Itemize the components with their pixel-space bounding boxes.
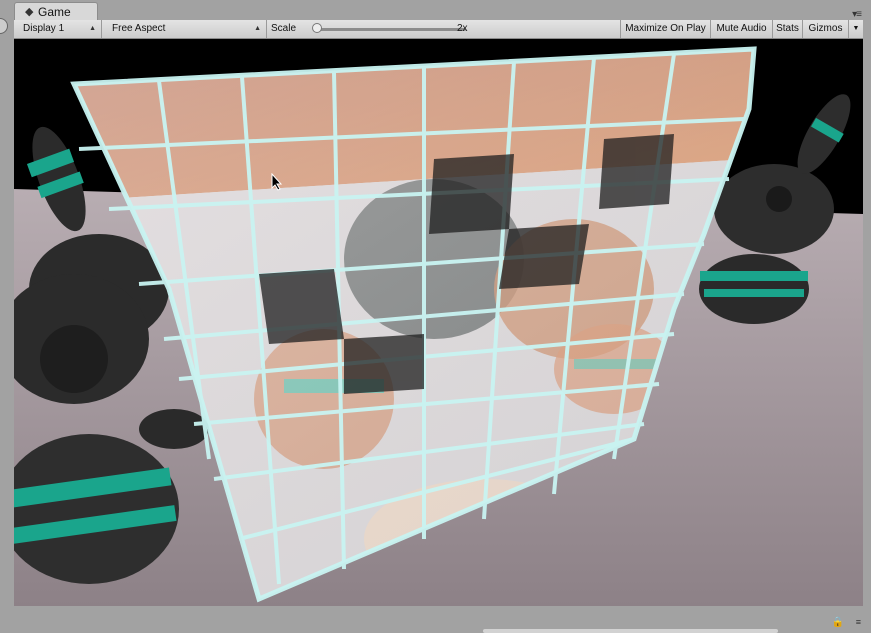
display-dropdown[interactable]: Display 1 ▲ [14, 20, 102, 38]
lock-icon[interactable]: 🔒 [832, 617, 844, 628]
tab-bar: ◆ Game ▾≡ [0, 0, 871, 34]
rendered-scene [14, 39, 863, 606]
aspect-dropdown-label: Free Aspect [112, 23, 166, 34]
aspect-dropdown[interactable]: Free Aspect ▲ [103, 20, 267, 38]
scale-label: Scale [271, 23, 297, 34]
tab-game[interactable]: ◆ Game [14, 2, 98, 20]
scale-slider-thumb[interactable] [312, 23, 322, 33]
panel-menu-icon[interactable]: ≡ [856, 617, 861, 627]
mouse-cursor-icon [271, 173, 283, 191]
dropdown-arrow-icon: ▲ [254, 25, 261, 32]
panel-edge-circle [0, 18, 8, 34]
maximize-on-play-button[interactable]: Maximize On Play [620, 20, 710, 38]
game-toolbar: Display 1 ▲ Free Aspect ▲ Scale 2x Maxim… [14, 20, 863, 39]
bottom-scrollbar[interactable] [483, 629, 778, 633]
dropdown-arrow-icon: ▲ [89, 25, 96, 32]
unity-game-icon: ◆ [25, 6, 34, 18]
window-menu-icon[interactable]: ▾≡ [852, 9, 862, 20]
gizmos-button[interactable]: Gizmos [802, 20, 848, 38]
display-dropdown-label: Display 1 [23, 23, 65, 34]
bottom-panel-strip: 🔒 ≡ [0, 607, 871, 633]
mute-audio-button[interactable]: Mute Audio [710, 20, 772, 38]
gizmos-dropdown-arrow-icon[interactable]: ▼ [848, 20, 863, 38]
tab-game-label: Game [38, 5, 71, 19]
game-viewport[interactable] [14, 39, 863, 606]
stats-button[interactable]: Stats [772, 20, 802, 38]
scale-value: 2x [457, 23, 468, 34]
scale-slider-track[interactable] [316, 28, 466, 31]
